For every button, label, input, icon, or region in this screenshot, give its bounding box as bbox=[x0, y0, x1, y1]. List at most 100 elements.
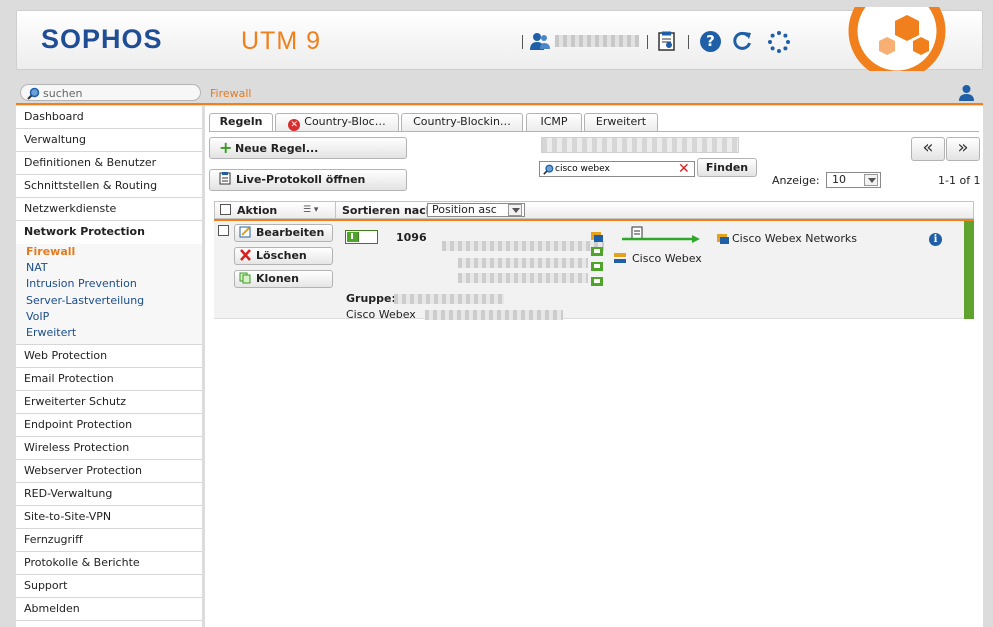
previous-page-button[interactable]: « bbox=[911, 137, 945, 161]
group-redacted bbox=[394, 294, 504, 304]
accent-divider bbox=[16, 103, 983, 105]
tab-icmp[interactable]: ICMP bbox=[526, 113, 582, 131]
clear-filter-icon[interactable]: ✕ bbox=[678, 162, 690, 176]
tab-country-blocking-exceptions[interactable]: Country-Blockin… bbox=[401, 113, 523, 131]
sidebar-item-network-protection[interactable]: Network Protection bbox=[16, 221, 202, 244]
search-icon bbox=[543, 164, 554, 175]
refresh-icon[interactable] bbox=[731, 30, 753, 52]
source-redacted bbox=[458, 258, 588, 268]
table-row: Bearbeiten Löschen Klonen 1096 Cisco Web… bbox=[214, 221, 974, 321]
rule-number: 1096 bbox=[396, 231, 427, 244]
sidebar-item-definitionen[interactable]: Definitionen & Benutzer bbox=[16, 152, 202, 175]
plus-icon: + bbox=[219, 138, 233, 157]
filter-field[interactable]: ✕ bbox=[539, 161, 695, 177]
edit-button[interactable]: Bearbeiten bbox=[234, 224, 333, 242]
sidebar-item-endpoint-protection[interactable]: Endpoint Protection bbox=[16, 414, 202, 438]
sidebar-subitem-server-lastverteilung[interactable]: Server-Lastverteilung bbox=[16, 293, 202, 309]
rule-enabled-toggle[interactable] bbox=[345, 230, 378, 244]
sidebar-item-support[interactable]: Support bbox=[16, 575, 202, 599]
comment-label: Cisco Webex bbox=[346, 308, 416, 321]
filter-input[interactable] bbox=[555, 162, 673, 176]
sophos-emblem-icon bbox=[848, 7, 946, 71]
sidebar-item-wireless-protection[interactable]: Wireless Protection bbox=[16, 437, 202, 461]
destination-label: Cisco Webex bbox=[632, 252, 702, 265]
header-separator bbox=[522, 35, 523, 49]
clone-button[interactable]: Klonen bbox=[234, 270, 333, 288]
select-all-checkbox[interactable] bbox=[220, 204, 231, 215]
sidebar-subitem-voip[interactable]: VoIP bbox=[16, 309, 202, 325]
action-column-header: Aktion bbox=[237, 204, 278, 217]
sidebar-item-webserver-protection[interactable]: Webserver Protection bbox=[16, 460, 202, 484]
find-button[interactable]: Finden bbox=[697, 158, 757, 177]
network-icon bbox=[591, 277, 603, 286]
destination-network-label: Cisco Webex Networks bbox=[732, 232, 857, 245]
help-icon[interactable]: ? bbox=[700, 31, 721, 52]
rule-status-bar bbox=[964, 221, 974, 319]
error-icon: ✕ bbox=[288, 119, 301, 131]
sidebar-item-red-verwaltung[interactable]: RED-Verwaltung bbox=[16, 483, 202, 507]
users-icon[interactable] bbox=[529, 31, 551, 51]
spinner-icon bbox=[768, 31, 790, 53]
source-redacted bbox=[442, 241, 604, 251]
header-separator bbox=[688, 35, 689, 49]
table-header: Aktion ☰ ▾ Sortieren nach: Position asc bbox=[214, 201, 974, 219]
edit-icon bbox=[239, 226, 251, 238]
sidebar-item-erweiterter-schutz[interactable]: Erweiterter Schutz bbox=[16, 391, 202, 415]
tab-underline bbox=[209, 131, 979, 132]
header-separator bbox=[647, 35, 648, 49]
page-size-select[interactable]: 10 bbox=[826, 172, 881, 188]
sidebar-item-fernzugriff[interactable]: Fernzugriff bbox=[16, 529, 202, 553]
sidebar: Dashboard Verwaltung Definitionen & Benutz… bbox=[16, 106, 202, 627]
live-log-button[interactable]: Live-Protokoll öffnen bbox=[209, 169, 407, 191]
chevron-down-icon bbox=[508, 204, 522, 216]
sidebar-subitem-nat[interactable]: NAT bbox=[16, 260, 202, 276]
allow-arrow-icon bbox=[622, 226, 700, 243]
sidebar-item-verwaltung[interactable]: Verwaltung bbox=[16, 129, 202, 152]
sophos-logo: SOPHOS bbox=[41, 24, 163, 54]
tab-erweitert[interactable]: Erweitert bbox=[584, 113, 658, 131]
delete-icon bbox=[240, 249, 251, 261]
main-content: Regeln ✕ Country-Bloc… Country-Blockin… I… bbox=[205, 106, 983, 627]
sidebar-item-protokolle[interactable]: Protokolle & Berichte bbox=[16, 552, 202, 576]
app-header: SOPHOS UTM 9 ? bbox=[16, 7, 983, 71]
sidebar-item-site-to-site-vpn[interactable]: Site-to-Site-VPN bbox=[16, 506, 202, 530]
sidebar-item-dashboard[interactable]: Dashboard bbox=[16, 106, 202, 129]
search-icon bbox=[27, 87, 40, 100]
tab-regeln[interactable]: Regeln bbox=[209, 113, 273, 132]
filter-dropdown-redacted[interactable] bbox=[541, 137, 739, 153]
info-icon[interactable]: i bbox=[929, 233, 942, 246]
product-name: UTM 9 bbox=[241, 27, 321, 55]
chevron-down-icon bbox=[864, 174, 878, 186]
username-redacted bbox=[555, 35, 639, 47]
global-search[interactable] bbox=[20, 84, 201, 101]
breadcrumb: Firewall bbox=[210, 87, 252, 100]
sidebar-subitem-erweitert[interactable]: Erweitert bbox=[16, 325, 202, 341]
report-icon[interactable] bbox=[657, 31, 677, 51]
group-label: Gruppe: bbox=[346, 292, 396, 305]
sidebar-item-netzwerkdienste[interactable]: Netzwerkdienste bbox=[16, 198, 202, 221]
service-icon bbox=[614, 253, 626, 263]
new-rule-button[interactable]: + Neue Regel... bbox=[209, 137, 407, 159]
sort-label: Sortieren nach: bbox=[342, 204, 438, 217]
sidebar-item-email-protection[interactable]: Email Protection bbox=[16, 368, 202, 392]
column-separator bbox=[335, 202, 336, 218]
user-profile-icon[interactable] bbox=[958, 84, 975, 101]
sidebar-subitem-intrusion-prevention[interactable]: Intrusion Prevention bbox=[16, 276, 202, 292]
rule-checkbox[interactable] bbox=[218, 225, 229, 236]
sidebar-subitem-firewall[interactable]: Firewall bbox=[16, 244, 202, 260]
search-input[interactable] bbox=[43, 86, 193, 100]
sidebar-item-schnittstellen[interactable]: Schnittstellen & Routing bbox=[16, 175, 202, 198]
network-icon bbox=[591, 232, 603, 242]
delete-button[interactable]: Löschen bbox=[234, 247, 333, 265]
list-menu-icon[interactable]: ☰ ▾ bbox=[303, 205, 318, 215]
log-icon bbox=[219, 172, 231, 185]
network-icon bbox=[717, 234, 729, 244]
clone-icon bbox=[239, 272, 251, 284]
sort-select[interactable]: Position asc bbox=[427, 203, 525, 217]
tab-country-blocking[interactable]: ✕ Country-Bloc… bbox=[275, 113, 399, 131]
network-protection-submenu: Firewall NAT Intrusion Prevention Server-La… bbox=[16, 244, 202, 346]
network-icon bbox=[591, 262, 603, 271]
sidebar-item-web-protection[interactable]: Web Protection bbox=[16, 345, 202, 369]
sidebar-item-abmelden[interactable]: Abmelden bbox=[16, 598, 202, 622]
next-page-button[interactable]: » bbox=[946, 137, 980, 161]
